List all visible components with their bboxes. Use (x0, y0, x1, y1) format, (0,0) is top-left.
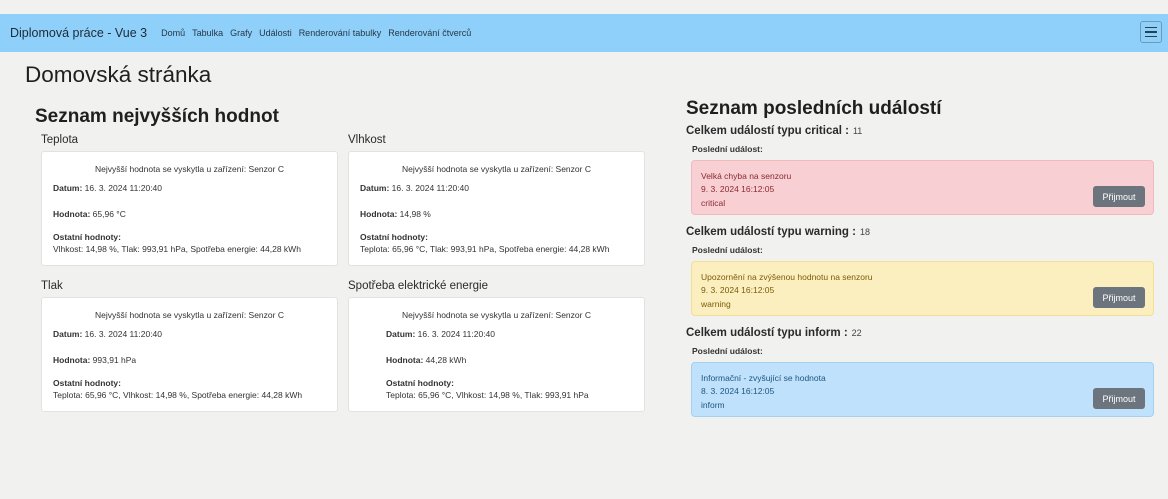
nav-link-squares-rendering[interactable]: Renderování čtverců (388, 28, 471, 38)
card-value: Hodnota: 14,98 % (360, 209, 431, 219)
card-heading: Nejvyšší hodnota se vyskytla u zařízení:… (402, 164, 591, 174)
nav-link-home[interactable]: Domů (161, 28, 185, 38)
value-value: 993,91 hPa (92, 355, 137, 365)
last-event-label: Poslední událost: (692, 144, 763, 154)
value-label: Hodnota: (386, 355, 424, 365)
event-group-label: Celkem událostí typu critical : (686, 125, 849, 137)
event-type: critical (701, 198, 726, 208)
hamburger-icon-line (1145, 31, 1157, 33)
nav-link-table[interactable]: Tabulka (192, 28, 223, 38)
event-time: 9. 3. 2024 16:12:05 (701, 184, 775, 194)
accept-button[interactable]: Přijmout (1093, 388, 1145, 409)
hamburger-icon (1145, 26, 1157, 29)
value-value: 65,96 °C (92, 209, 126, 219)
date-value: 16. 3. 2024 11:20:40 (417, 329, 496, 339)
value-label: Hodnota: (53, 209, 91, 219)
date-value: 16. 3. 2024 11:20:40 (84, 183, 163, 193)
event-count: 18 (859, 227, 870, 237)
card-title-humidity: Vlhkost (348, 134, 386, 146)
accept-button[interactable]: Přijmout (1093, 287, 1145, 308)
other-values-label: Ostatní hodnoty: (53, 378, 121, 388)
card-heading: Nejvyšší hodnota se vyskytla u zařízení:… (402, 310, 591, 320)
card-date: Datum: 16. 3. 2024 11:20:40 (53, 329, 162, 339)
event-time: 9. 3. 2024 16:12:05 (701, 285, 775, 295)
card-value: Hodnota: 993,91 hPa (53, 355, 136, 365)
nav-link-events[interactable]: Události (259, 28, 292, 38)
event-alert-critical: Velká chyba na senzoru 9. 3. 2024 16:12:… (691, 160, 1154, 215)
event-message: Velká chyba na senzoru (701, 171, 792, 181)
hamburger-icon-line (1145, 35, 1157, 38)
other-values: Teplota: 65,96 °C, Tlak: 993,91 hPa, Spo… (360, 244, 610, 254)
event-alert-inform: Informační - zvyšující se hodnota 8. 3. … (691, 362, 1154, 417)
card-date: Datum: 16. 3. 2024 11:20:40 (360, 183, 469, 193)
navbar: Diplomová práce - Vue 3 Domů Tabulka Gra… (0, 14, 1168, 52)
event-group-heading-critical: Celkem událostí typu critical :11 (686, 125, 862, 137)
card-title-energy: Spotřeba elektrické energie (348, 280, 488, 292)
event-count: 22 (851, 328, 862, 338)
event-group-label: Celkem událostí typu inform : (686, 327, 848, 339)
date-value: 16. 3. 2024 11:20:40 (391, 183, 470, 193)
event-message: Informační - zvyšující se hodnota (701, 373, 826, 383)
date-label: Datum: (53, 329, 83, 339)
event-count: 11 (852, 126, 863, 136)
other-values: Teplota: 65,96 °C, Vlhkost: 14,98 %, Tla… (386, 390, 589, 400)
other-values-label: Ostatní hodnoty: (53, 232, 121, 242)
navbar-brand[interactable]: Diplomová práce - Vue 3 (10, 26, 147, 40)
date-label: Datum: (53, 183, 83, 193)
date-label: Datum: (360, 183, 390, 193)
date-value: 16. 3. 2024 11:20:40 (84, 329, 163, 339)
event-alert-warning: Upozornění na zvýšenou hodnotu na senzor… (691, 261, 1154, 316)
card-date: Datum: 16. 3. 2024 11:20:40 (53, 183, 162, 193)
event-group-label: Celkem událostí typu warning : (686, 226, 856, 238)
last-event-label: Poslední událost: (692, 346, 763, 356)
nav-links: Domů Tabulka Grafy Události Renderování … (161, 28, 471, 38)
events-title: Seznam posledních událostí (686, 98, 942, 119)
highest-card-temperature: Nejvyšší hodnota se vyskytla u zařízení:… (41, 151, 338, 266)
card-heading: Nejvyšší hodnota se vyskytla u zařízení:… (95, 310, 284, 320)
navbar-toggler-button[interactable] (1140, 21, 1162, 43)
event-group-heading-warning: Celkem událostí typu warning :18 (686, 226, 870, 238)
value-value: 44,28 kWh (425, 355, 467, 365)
page-title: Domovská stránka (25, 62, 212, 87)
other-values: Teplota: 65,96 °C, Vlhkost: 14,98 %, Spo… (53, 390, 303, 400)
other-values: Vlhkost: 14,98 %, Tlak: 993,91 hPa, Spot… (53, 244, 301, 254)
nav-link-charts[interactable]: Grafy (230, 28, 252, 38)
highest-values-title: Seznam nejvyšších hodnot (35, 106, 279, 127)
value-label: Hodnota: (53, 355, 91, 365)
card-heading: Nejvyšší hodnota se vyskytla u zařízení:… (95, 164, 284, 174)
highest-card-humidity: Nejvyšší hodnota se vyskytla u zařízení:… (348, 151, 645, 266)
accept-button[interactable]: Přijmout (1093, 186, 1145, 207)
date-label: Datum: (386, 329, 416, 339)
card-title-pressure: Tlak (41, 280, 63, 292)
nav-link-table-rendering[interactable]: Renderování tabulky (299, 28, 382, 38)
event-group-heading-inform: Celkem událostí typu inform :22 (686, 327, 862, 339)
value-value: 14,98 % (399, 209, 431, 219)
card-value: Hodnota: 44,28 kWh (386, 355, 466, 365)
event-type: warning (701, 299, 731, 309)
event-message: Upozornění na zvýšenou hodnotu na senzor… (701, 272, 873, 282)
highest-card-pressure: Nejvyšší hodnota se vyskytla u zařízení:… (41, 297, 338, 412)
event-type: inform (701, 400, 725, 410)
other-values-label: Ostatní hodnoty: (386, 378, 454, 388)
card-date: Datum: 16. 3. 2024 11:20:40 (386, 329, 495, 339)
card-title-temperature: Teplota (41, 134, 79, 146)
value-label: Hodnota: (360, 209, 398, 219)
other-values-label: Ostatní hodnoty: (360, 232, 428, 242)
last-event-label: Poslední událost: (692, 245, 763, 255)
card-value: Hodnota: 65,96 °C (53, 209, 126, 219)
event-time: 8. 3. 2024 16:12:05 (701, 386, 775, 396)
highest-card-energy: Nejvyšší hodnota se vyskytla u zařízení:… (348, 297, 645, 412)
